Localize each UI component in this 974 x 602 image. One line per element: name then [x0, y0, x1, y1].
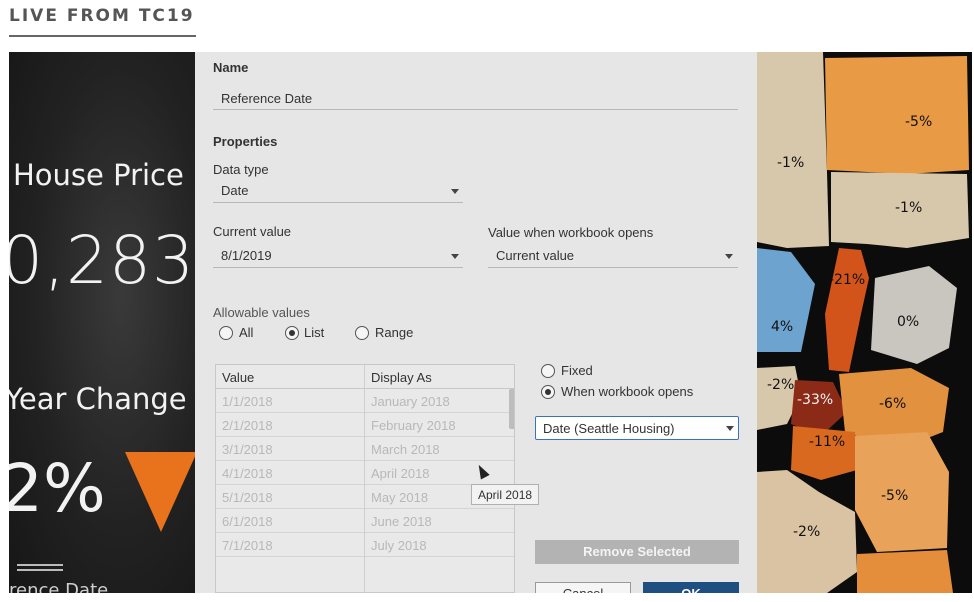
ok-button[interactable]: OK [643, 582, 739, 593]
year-change-label: Year Change [9, 382, 187, 416]
cell-display: February 2018 [371, 418, 456, 433]
chevron-down-icon[interactable] [451, 189, 459, 194]
table-row[interactable]: 2/1/2018 February 2018 [216, 413, 514, 437]
workbook-opens-dropdown[interactable]: Current value [496, 248, 574, 263]
properties-label: Properties [213, 134, 278, 149]
map-label: -1% [777, 155, 805, 171]
dashboard-panel: House Price 0,283 Year Change 2% rence D… [9, 52, 195, 593]
cell-display: March 2018 [371, 442, 440, 457]
radio-fixed[interactable] [541, 364, 555, 378]
name-input[interactable]: Reference Date [221, 91, 312, 106]
cell-value: 2/1/2018 [222, 418, 273, 433]
cell-display: January 2018 [371, 394, 450, 409]
map-label: -21% [829, 272, 866, 288]
radio-range-label: Range [375, 325, 414, 340]
table-row[interactable]: 4/1/2018 April 2018 [216, 461, 514, 485]
choropleth-map: -5% -1% -1% -21% 4% 0% -2% -33% -6% -11%… [757, 52, 972, 593]
data-type-label: Data type [213, 162, 269, 177]
down-triangle-icon [125, 452, 195, 532]
table-row[interactable]: 1/1/2018 January 2018 [216, 389, 514, 413]
cell-display: June 2018 [371, 514, 432, 529]
cell-value: 3/1/2018 [222, 442, 273, 457]
header-underline [9, 35, 196, 37]
table-row[interactable]: 7/1/2018 July 2018 [216, 533, 514, 557]
table-row[interactable]: 3/1/2018 March 2018 [216, 437, 514, 461]
table-header: Value Display As [216, 365, 514, 389]
map-label: 0% [897, 314, 920, 330]
map-label: -1% [895, 200, 923, 216]
cell-display: July 2018 [371, 538, 427, 553]
name-input-underline [213, 109, 738, 110]
cell-value: 1/1/2018 [222, 394, 273, 409]
workbook-opens-label: Value when workbook opens [488, 225, 654, 240]
name-label: Name [213, 60, 249, 75]
cancel-button[interactable]: Cancel [535, 582, 631, 593]
header: LIVE FROM TC19 [9, 6, 195, 36]
radio-list[interactable] [285, 326, 299, 340]
remove-selected-button[interactable]: Remove Selected [535, 540, 739, 564]
chevron-down-icon[interactable] [725, 254, 733, 259]
current-value-dropdown[interactable]: 8/1/2019 [221, 248, 272, 263]
table-scrollbar[interactable] [509, 389, 514, 429]
cell-value: 5/1/2018 [222, 490, 273, 505]
change-value: 2% [9, 450, 106, 527]
radio-fixed-label: Fixed [561, 363, 593, 378]
radio-when-workbook-opens-label: When workbook opens [561, 384, 694, 399]
cell-display: April 2018 [371, 466, 430, 481]
price-value: 0,283 [9, 222, 195, 299]
map-label: -2% [767, 377, 795, 393]
table-row[interactable]: 6/1/2018 June 2018 [216, 509, 514, 533]
workbook-opens-underline [488, 267, 738, 268]
map-label: -2% [793, 524, 821, 540]
map-label: -11% [809, 434, 846, 450]
house-price-label: House Price [13, 158, 184, 192]
column-header-display-as[interactable]: Display As [371, 370, 432, 385]
radio-list-label: List [304, 325, 325, 340]
map-label: -33% [797, 392, 834, 408]
create-parameter-dialog: Name Reference Date Properties Data type… [195, 52, 757, 593]
current-value-underline [213, 267, 463, 268]
radio-when-workbook-opens[interactable] [541, 385, 555, 399]
tooltip: April 2018 [471, 484, 540, 505]
page-title: LIVE FROM TC19 [9, 6, 195, 26]
data-type-dropdown[interactable]: Date [221, 183, 248, 198]
radio-range[interactable] [355, 326, 369, 340]
data-type-underline [213, 202, 463, 203]
source-field-value: Date (Seattle Housing) [543, 421, 675, 436]
allowable-values-table[interactable]: Value Display As 1/1/2018 January 2018 2/… [215, 364, 515, 593]
map-label: -5% [881, 488, 909, 504]
cell-value: 7/1/2018 [222, 538, 273, 553]
source-field-select[interactable]: Date (Seattle Housing) [535, 416, 739, 440]
cell-display: May 2018 [371, 490, 429, 505]
current-value-label: Current value [213, 224, 292, 239]
map-label: -6% [879, 396, 907, 412]
chevron-down-icon [726, 426, 734, 431]
column-header-value[interactable]: Value [222, 370, 254, 385]
map-label: -5% [905, 114, 933, 130]
radio-all[interactable] [219, 326, 233, 340]
video-frame: House Price 0,283 Year Change 2% rence D… [9, 52, 972, 593]
reference-date-label: rence Date [9, 580, 109, 593]
chevron-down-icon[interactable] [451, 254, 459, 259]
column-divider [364, 365, 365, 592]
menu-lines-icon [17, 564, 63, 574]
cell-value: 6/1/2018 [222, 514, 273, 529]
map-label: 4% [771, 319, 794, 335]
cell-value: 4/1/2018 [222, 466, 273, 481]
radio-all-label: All [239, 325, 254, 340]
allowable-values-label: Allowable values [213, 305, 310, 320]
